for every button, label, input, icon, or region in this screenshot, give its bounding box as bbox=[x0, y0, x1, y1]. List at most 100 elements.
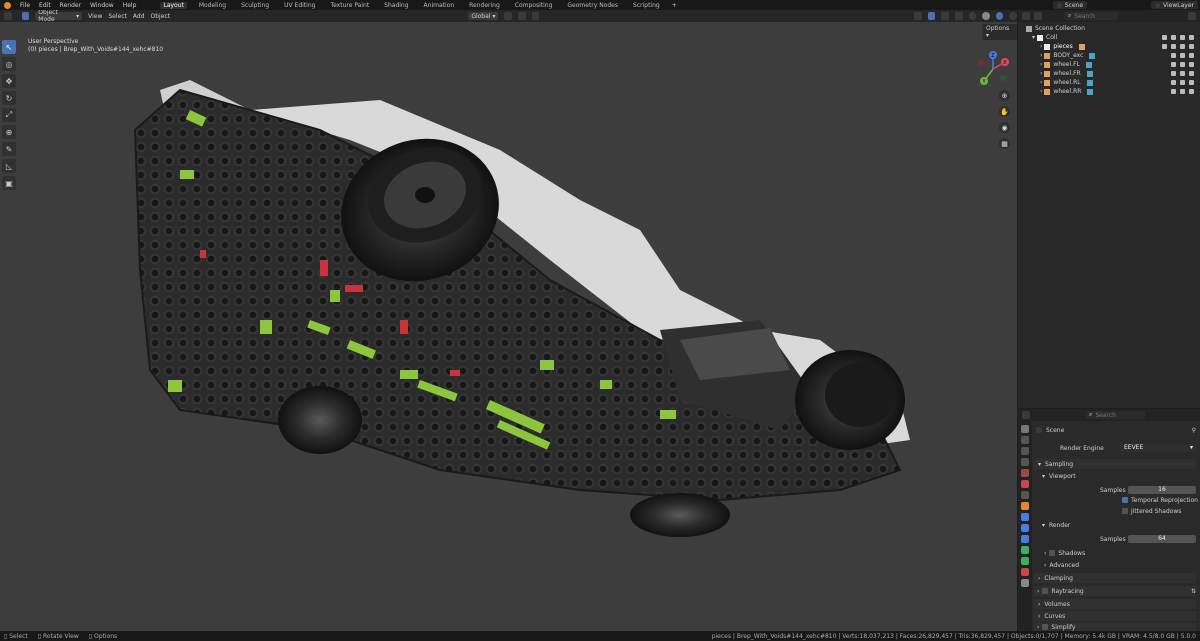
gizmo-toggle-icon[interactable] bbox=[927, 12, 936, 20]
constraint-tab-icon[interactable] bbox=[1021, 546, 1029, 554]
advanced-subsection[interactable]: › Advanced bbox=[1036, 560, 1196, 570]
menu-object[interactable]: Object bbox=[151, 13, 171, 20]
menu-view[interactable]: View bbox=[88, 13, 102, 20]
chevron-right-icon[interactable]: › bbox=[1040, 88, 1042, 95]
eye-icon[interactable] bbox=[1180, 53, 1185, 58]
menu-file[interactable]: File bbox=[20, 2, 30, 9]
shadows-checkbox[interactable] bbox=[1049, 550, 1056, 556]
shading-rendered-icon[interactable] bbox=[1009, 12, 1017, 20]
render-tab-icon[interactable] bbox=[1021, 436, 1029, 444]
cursor-tool-icon[interactable]: ◎ bbox=[2, 57, 16, 71]
render-engine-dropdown[interactable]: EEVEE ▾ bbox=[1120, 444, 1196, 452]
outliner-row-scene-collection[interactable]: Scene Collection bbox=[1018, 24, 1200, 33]
rotate-tool-icon[interactable]: ↻ bbox=[2, 91, 16, 105]
outliner-row-pieces[interactable]: › pieces bbox=[1018, 42, 1200, 51]
add-workspace-button[interactable]: + bbox=[672, 2, 677, 9]
pin-icon[interactable]: ⚲ bbox=[1192, 427, 1196, 434]
render-subsection[interactable]: ▾ Render bbox=[1036, 520, 1196, 530]
tool-tab-icon[interactable] bbox=[1021, 425, 1029, 433]
select-arrow-icon[interactable] bbox=[1171, 89, 1176, 94]
viewport-samples-field[interactable]: 16 bbox=[1128, 486, 1196, 494]
proportional-edit-icon[interactable] bbox=[531, 12, 540, 20]
object-tab-icon[interactable] bbox=[1021, 502, 1029, 510]
checkbox-icon[interactable] bbox=[1162, 44, 1167, 49]
tab-layout[interactable]: Layout bbox=[160, 1, 187, 9]
chevron-right-icon[interactable]: › bbox=[1040, 52, 1042, 59]
view-layer-tab-icon[interactable] bbox=[1021, 458, 1029, 466]
menu-render[interactable]: Render bbox=[60, 2, 81, 9]
chevron-right-icon[interactable]: › bbox=[1040, 43, 1042, 50]
tab-geometry-nodes[interactable]: Geometry Nodes bbox=[564, 2, 621, 9]
eye-icon[interactable] bbox=[1180, 35, 1185, 40]
chevron-right-icon[interactable]: › bbox=[1040, 61, 1042, 68]
tab-scripting[interactable]: Scripting bbox=[630, 2, 663, 9]
scene-selector[interactable]: Scene bbox=[1052, 1, 1088, 9]
chevron-right-icon[interactable]: › bbox=[1040, 70, 1042, 77]
select-arrow-icon[interactable] bbox=[1171, 62, 1176, 67]
xray-icon[interactable] bbox=[954, 12, 963, 20]
measure-tool-icon[interactable]: ◺ bbox=[2, 159, 16, 173]
render-samples-field[interactable]: 64 bbox=[1128, 535, 1196, 543]
eye-icon[interactable] bbox=[1180, 62, 1185, 67]
editor-type-icon[interactable] bbox=[1022, 12, 1030, 20]
annotate-tool-icon[interactable]: ✎ bbox=[2, 142, 16, 156]
material-tab-icon[interactable] bbox=[1021, 568, 1029, 576]
snap-icon[interactable] bbox=[518, 12, 526, 20]
tab-texture-paint[interactable]: Texture Paint bbox=[327, 2, 372, 9]
blender-logo-icon[interactable] bbox=[4, 1, 11, 9]
outliner-row-wheel-rr[interactable]: › wheel.RR bbox=[1018, 87, 1200, 96]
raytracing-section[interactable]: › Raytracing ⇅ bbox=[1034, 586, 1196, 596]
texture-tab-icon[interactable] bbox=[1021, 579, 1029, 587]
simplify-section[interactable]: › Simplify bbox=[1034, 623, 1196, 631]
tab-shading[interactable]: Shading bbox=[381, 2, 411, 9]
tab-sculpting[interactable]: Sculpting bbox=[238, 2, 272, 9]
viewport-subsection[interactable]: ▾ Viewport bbox=[1036, 471, 1196, 481]
simplify-checkbox[interactable] bbox=[1042, 624, 1049, 630]
chevron-right-icon[interactable]: › bbox=[1040, 79, 1042, 86]
temporal-reprojection-row[interactable]: Temporal Reprojection bbox=[1036, 495, 1198, 505]
select-arrow-icon[interactable] bbox=[1171, 71, 1176, 76]
camera-icon[interactable] bbox=[1189, 35, 1194, 40]
jittered-shadows-row[interactable]: Jittered Shadows bbox=[1036, 506, 1196, 516]
shading-material-icon[interactable] bbox=[995, 12, 1004, 20]
temporal-reprojection-checkbox[interactable] bbox=[1122, 497, 1128, 503]
outliner-row-body[interactable]: › BODY_exc bbox=[1018, 51, 1200, 60]
menu-window[interactable]: Window bbox=[90, 2, 114, 9]
outliner-row-wheel-fr[interactable]: › wheel.FR bbox=[1018, 69, 1200, 78]
move-tool-icon[interactable]: ✥ bbox=[2, 74, 16, 88]
outliner-row-wheel-fl[interactable]: › wheel.FL bbox=[1018, 60, 1200, 69]
shading-solid-icon[interactable] bbox=[982, 12, 990, 20]
properties-search-input[interactable]: ⌕ Search bbox=[1085, 411, 1145, 419]
output-tab-icon[interactable] bbox=[1021, 447, 1029, 455]
eye-icon[interactable] bbox=[1180, 44, 1185, 49]
chevron-down-icon[interactable]: ▾ bbox=[1032, 34, 1035, 41]
camera-icon[interactable] bbox=[1189, 62, 1194, 67]
outliner-search-input[interactable]: ⌕ Search bbox=[1064, 12, 1118, 20]
camera-view-icon[interactable]: ◉ bbox=[999, 122, 1010, 133]
scale-tool-icon[interactable]: ⤢ bbox=[2, 108, 16, 122]
sampling-section[interactable]: ▾ Sampling bbox=[1034, 459, 1196, 469]
eye-icon[interactable] bbox=[1180, 71, 1185, 76]
navigation-gizmo[interactable]: X Y Z bbox=[974, 50, 1012, 88]
volumes-section[interactable]: › Volumes bbox=[1034, 599, 1196, 609]
select-arrow-icon[interactable] bbox=[1171, 35, 1176, 40]
eye-icon[interactable] bbox=[1180, 80, 1185, 85]
eye-icon[interactable] bbox=[1180, 89, 1185, 94]
editor-type-icon[interactable] bbox=[4, 12, 12, 20]
camera-icon[interactable] bbox=[1189, 44, 1194, 49]
raytracing-checkbox[interactable] bbox=[1042, 588, 1049, 594]
tab-rendering[interactable]: Rendering bbox=[466, 2, 503, 9]
camera-icon[interactable] bbox=[1189, 71, 1194, 76]
collection-tab-icon[interactable] bbox=[1021, 491, 1029, 499]
curves-section[interactable]: › Curves bbox=[1034, 611, 1196, 621]
select-tool-icon[interactable]: ↖ bbox=[2, 40, 16, 54]
overlay-toggle-icon[interactable] bbox=[941, 12, 949, 20]
checkbox-icon[interactable] bbox=[1162, 35, 1167, 40]
transform-tool-icon[interactable]: ⊕ bbox=[2, 125, 16, 139]
outliner-row-coll[interactable]: ▾ Coll bbox=[1018, 33, 1200, 42]
menu-edit[interactable]: Edit bbox=[39, 2, 51, 9]
tab-compositing[interactable]: Compositing bbox=[512, 2, 556, 9]
3d-viewport[interactable]: Object Mode ▾ View Select Add Object Glob… bbox=[0, 10, 1017, 631]
presets-icon[interactable]: ⇅ bbox=[1191, 588, 1196, 595]
camera-icon[interactable] bbox=[1189, 89, 1194, 94]
